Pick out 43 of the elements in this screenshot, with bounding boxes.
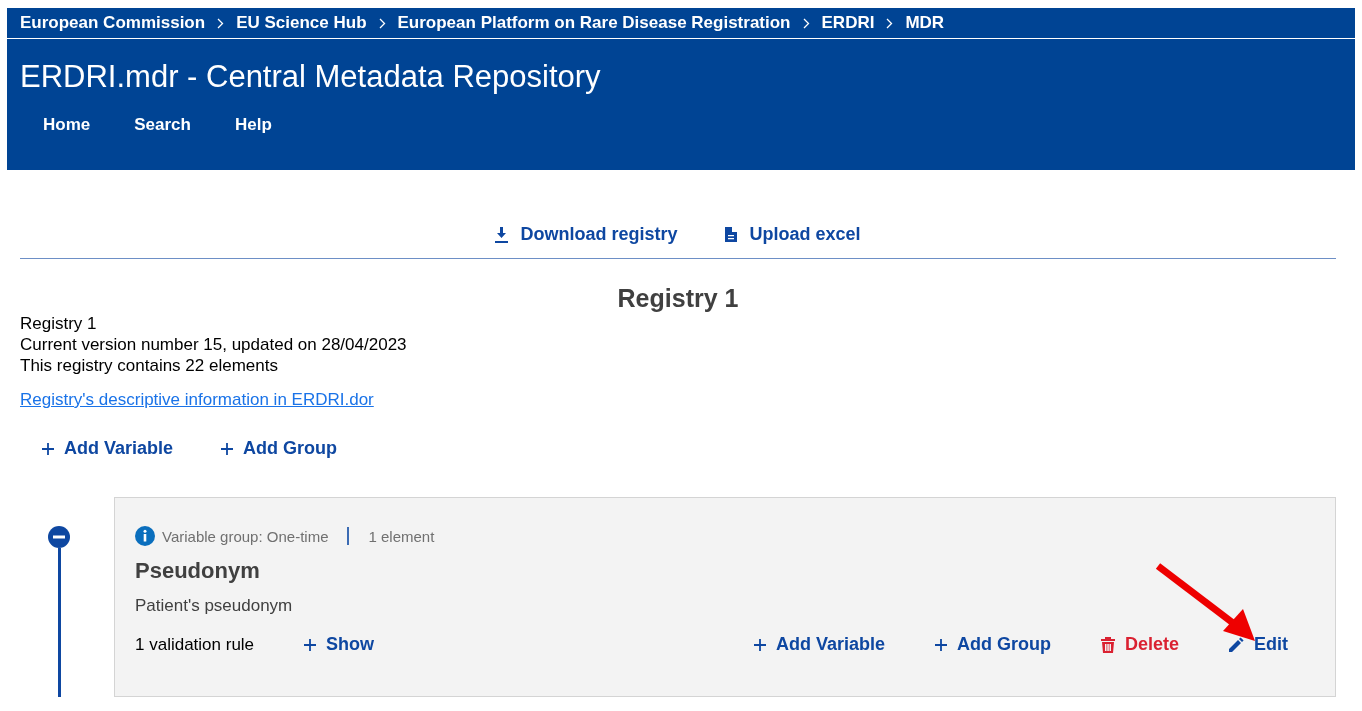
info-icon [135,526,155,546]
breadcrumb-link[interactable]: European Commission [20,13,206,33]
chevron-icon [378,17,386,29]
plus-icon [221,442,234,455]
registry-info-link[interactable]: Registry's descriptive information in ERDRI.dor [20,390,374,410]
delete-link[interactable]: Delete [1100,634,1179,655]
plus-icon [42,442,54,455]
site-title: ERDRI.mdr - Central Metadata Repository [19,58,602,95]
add-link[interactable]: Add Group [935,634,1051,655]
registry-info: Registry 1 [20,313,98,334]
breadcrumb-link[interactable]: European Platform on Rare Disease Registration [397,13,791,33]
add-link[interactable]: Add Variable [753,634,885,655]
download-icon [495,226,509,243]
group-description: Patient's pseudonym [135,596,294,616]
plus-icon [935,638,947,651]
nav-link[interactable]: Help [212,105,294,145]
breadcrumb-link[interactable]: ERDRI [821,13,875,33]
add-link[interactable]: Add Group [221,438,338,459]
breadcrumb-link[interactable]: MDR [905,13,945,33]
breadcrumb-link[interactable]: EU Science Hub [236,13,367,33]
nav-link[interactable]: Search [112,105,213,145]
collapse-icon[interactable] [48,526,70,548]
upload-link[interactable]: Upload excel [725,224,861,245]
chevron-icon [217,17,225,29]
group-type: Variable group: One-time [162,527,329,545]
group-title: Pseudonym [135,558,261,584]
element-count: 1 element [368,527,435,545]
nav-link[interactable]: Home [21,105,113,145]
plus-icon [753,638,766,651]
chevron-icon [802,17,810,29]
chevron-icon [886,17,894,29]
document-icon [725,227,738,242]
pencil-icon [1229,637,1244,652]
registry-info: Current version number 15, updated on 28/04/2023 [20,334,408,355]
add-link[interactable]: Add Variable [42,438,174,459]
validation-rule-count: 1 validation rule [135,634,255,655]
registry-info: This registry contains 22 elements [20,355,279,376]
plus-icon [304,638,317,651]
registry-heading: Registry 1 [616,283,740,313]
show-link[interactable]: Show [304,634,375,655]
download-link[interactable]: Download registry [495,224,678,245]
trash-icon [1100,636,1115,653]
edit-link[interactable]: Edit [1229,634,1288,655]
